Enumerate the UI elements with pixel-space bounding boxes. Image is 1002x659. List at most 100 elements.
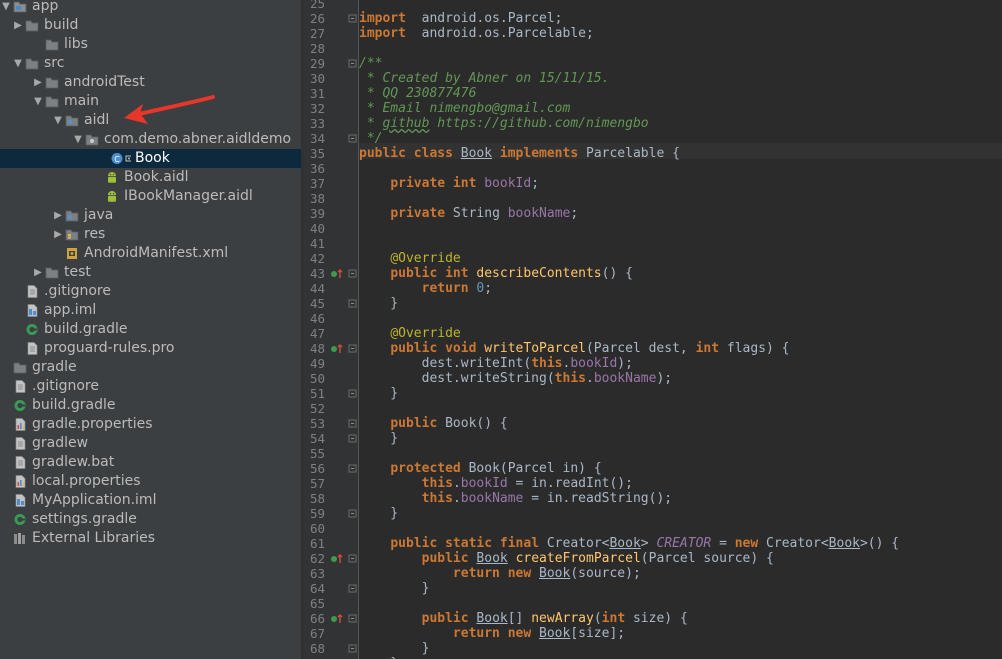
code-line[interactable]: public class Book implements Parcelable …: [359, 146, 680, 161]
tree-item-gitignore[interactable]: .gitignore: [0, 282, 301, 301]
expand-arrow-icon[interactable]: ▼: [52, 111, 64, 130]
code-token: .: [452, 491, 461, 506]
fold-marker-icon[interactable]: [348, 296, 357, 311]
expand-arrow-icon[interactable]: ▼: [32, 92, 44, 111]
tree-item-build-gradle[interactable]: build.gradle: [0, 320, 301, 339]
expand-arrow-icon[interactable]: ▼: [72, 130, 84, 149]
tree-item-myapplication-iml[interactable]: MyApplication.iml: [0, 491, 301, 510]
code-line[interactable]: import android.os.Parcelable;: [359, 26, 594, 41]
tree-item-external-libraries[interactable]: External Libraries: [0, 529, 301, 548]
tree-item-src[interactable]: ▼ src: [0, 54, 301, 73]
code-line[interactable]: * Created by Abner on 15/11/15.: [359, 71, 610, 86]
fold-marker-icon[interactable]: [348, 11, 357, 26]
tree-item-gradle[interactable]: gradle: [0, 358, 301, 377]
code-line[interactable]: * github https://github.com/nimengbo: [359, 116, 649, 131]
code-line[interactable]: @Override: [359, 326, 460, 341]
code-line[interactable]: @Override: [359, 251, 460, 266]
tree-item-main[interactable]: ▼ main: [0, 92, 301, 111]
fold-marker-icon[interactable]: [348, 581, 357, 596]
fold-marker-icon[interactable]: [348, 341, 357, 356]
code-line[interactable]: */: [359, 131, 383, 146]
tree-item-libs[interactable]: libs: [0, 35, 301, 54]
code-line[interactable]: }: [359, 641, 430, 656]
tree-item-build[interactable]: ▶ build: [0, 16, 301, 35]
code-line[interactable]: public Book() {: [359, 416, 507, 431]
code-token: Parcelable {: [578, 146, 680, 161]
code-line[interactable]: /**: [359, 56, 382, 71]
code-token: size) {: [625, 611, 688, 626]
tree-item-book[interactable]: C Book: [0, 149, 301, 168]
tree-item-gradle-properties[interactable]: gradle.properties: [0, 415, 301, 434]
code-line[interactable]: public Book createFromParcel(Parcel sour…: [359, 551, 774, 566]
tree-item-java[interactable]: ▶ java: [0, 206, 301, 225]
line-number: 47: [309, 326, 325, 341]
fold-marker-icon[interactable]: [348, 461, 357, 476]
tree-item-gitignore[interactable]: .gitignore: [0, 377, 301, 396]
tree-item-build-gradle[interactable]: build.gradle: [0, 396, 301, 415]
override-marker-icon[interactable]: [330, 611, 344, 626]
override-marker-icon[interactable]: [330, 341, 344, 356]
code-token: }: [359, 506, 399, 521]
code-line[interactable]: import android.os.Parcel;: [359, 11, 563, 26]
code-line[interactable]: public int describeContents() {: [359, 266, 633, 281]
text-file-icon: [27, 285, 38, 298]
collapse-arrow-icon[interactable]: ▶: [52, 206, 64, 225]
code-line[interactable]: }: [359, 386, 398, 401]
tree-item-test[interactable]: ▶ test: [0, 263, 301, 282]
collapse-arrow-icon[interactable]: ▶: [32, 73, 44, 92]
tree-item-com-demo-abner-aidldemo[interactable]: ▼ com.demo.abner.aidldemo: [0, 130, 301, 149]
code-line[interactable]: }: [359, 431, 398, 446]
fold-marker-icon[interactable]: [348, 506, 357, 521]
expand-arrow-icon[interactable]: ▼: [0, 0, 12, 16]
code-line[interactable]: dest.writeInt(this.bookId);: [359, 356, 633, 371]
code-line[interactable]: * Email nimengbo@gmail.com: [359, 101, 571, 116]
fold-marker-icon[interactable]: [348, 386, 357, 401]
tree-item-gradlew-bat[interactable]: gradlew.bat: [0, 453, 301, 472]
code-line[interactable]: this.bookName = in.readString();: [359, 491, 672, 506]
collapse-arrow-icon[interactable]: ▶: [32, 263, 44, 282]
fold-marker-icon[interactable]: [348, 551, 357, 566]
tree-item-app-iml[interactable]: app.iml: [0, 301, 301, 320]
tree-item-local-properties[interactable]: local.properties: [0, 472, 301, 491]
code-editor[interactable]: 25 26 27 28 29 30 31 32 33 34 35 36 37 38 39 40 41 42 43 44…: [303, 0, 1002, 659]
fold-marker-icon[interactable]: [348, 56, 357, 71]
expand-arrow-icon[interactable]: ▼: [12, 54, 24, 73]
code-token: newArray: [531, 611, 594, 626]
tree-item-gradlew[interactable]: gradlew: [0, 434, 301, 453]
code-line[interactable]: dest.writeString(this.bookName);: [359, 371, 672, 386]
fold-marker-icon[interactable]: [348, 641, 357, 656]
fold-marker-icon[interactable]: [348, 611, 357, 626]
code-line[interactable]: return 0;: [359, 281, 492, 296]
tree-item-book-aidl[interactable]: Book.aidl: [0, 168, 301, 187]
code-line[interactable]: public Book[] newArray(int size) {: [359, 611, 688, 626]
collapse-arrow-icon[interactable]: ▶: [12, 16, 24, 35]
code-line[interactable]: return new Book[size];: [359, 626, 625, 641]
tree-item-ibookmanager-aidl[interactable]: IBookManager.aidl: [0, 187, 301, 206]
code-line[interactable]: }: [359, 581, 430, 596]
fold-marker-icon[interactable]: [348, 416, 357, 431]
tree-item-androidmanifest-xml[interactable]: AndroidManifest.xml: [0, 244, 301, 263]
tree-item-settings-gradle[interactable]: settings.gradle: [0, 510, 301, 529]
code-line[interactable]: private String bookName;: [359, 206, 578, 221]
tree-item-androidtest[interactable]: ▶ androidTest: [0, 73, 301, 92]
tree-item-proguard-rules-pro[interactable]: proguard-rules.pro: [0, 339, 301, 358]
tree-item-app[interactable]: ▼ app: [0, 0, 301, 16]
fold-marker-icon[interactable]: [348, 431, 357, 446]
collapse-arrow-icon[interactable]: ▶: [52, 225, 64, 244]
fold-marker-icon[interactable]: [348, 266, 357, 281]
code-line[interactable]: this.bookId = in.readInt();: [359, 476, 633, 491]
code-line[interactable]: }: [359, 296, 398, 311]
override-marker-icon[interactable]: [330, 551, 344, 566]
code-line[interactable]: * QQ 230877476: [359, 86, 477, 101]
code-line[interactable]: protected Book(Parcel in) {: [359, 461, 601, 476]
tree-item-res[interactable]: ▶ res: [0, 225, 301, 244]
code-line[interactable]: public static final Creator<Book> CREATO…: [359, 536, 899, 551]
code-line[interactable]: }: [359, 506, 398, 521]
code-line[interactable]: public void writeToParcel(Parcel dest, i…: [359, 341, 789, 356]
tree-item-aidl[interactable]: ▼ aidl: [0, 111, 301, 130]
code-line[interactable]: private int bookId;: [359, 176, 539, 191]
fold-marker-icon[interactable]: [348, 131, 357, 146]
code-line[interactable]: return new Book(source);: [359, 566, 641, 581]
override-marker-icon[interactable]: [330, 266, 344, 281]
